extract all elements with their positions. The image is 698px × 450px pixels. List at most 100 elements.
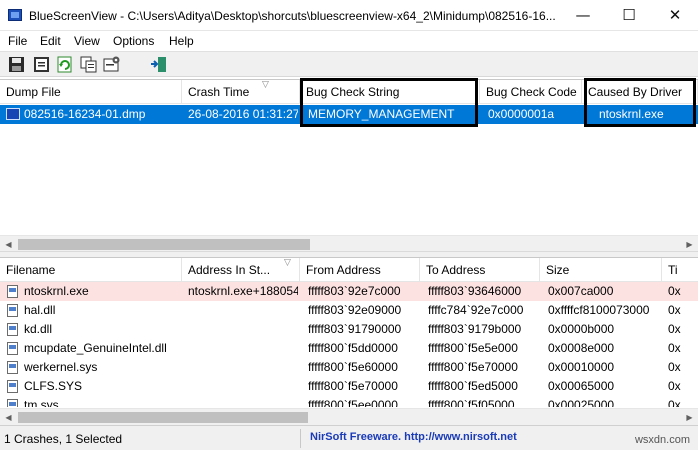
driver-file-icon — [7, 342, 18, 355]
crash-list-hscrollbar[interactable]: ◀ ▶ — [0, 235, 698, 252]
status-summary: 1 Crashes, 1 Selected — [4, 432, 123, 446]
title-bar: BlueScreenView - C:\Users\Aditya\Desktop… — [0, 0, 698, 31]
cell-filename: ntoskrnl.exe — [24, 284, 89, 298]
column-filename[interactable]: Filename — [0, 258, 182, 282]
cell-size: 0x0008e000 — [548, 341, 615, 355]
cell-time-date-stamp: 0x — [668, 398, 681, 407]
cell-address-in-stack — [188, 339, 298, 358]
column-from-address[interactable]: From Address — [300, 258, 420, 282]
cell-size: 0x00025000 — [548, 398, 615, 407]
cell-from-address: fffff800`f5dd0000 — [308, 341, 398, 355]
cell-time-date-stamp: 0x — [668, 341, 681, 355]
driver-list-hscrollbar[interactable]: ◀ ▶ — [0, 408, 698, 425]
driver-list: Filename Address In St... ▽ From Address… — [0, 257, 698, 425]
column-time-date-stamp[interactable]: Ti — [662, 258, 698, 282]
exit-icon[interactable] — [150, 56, 168, 73]
cell-to-address: fffff800`f5ed5000 — [428, 379, 518, 393]
cell-address-in-stack — [188, 377, 298, 396]
driver-row[interactable]: ntoskrnl.exe ntoskrnl.exe+188054 fffff80… — [0, 282, 698, 301]
column-crash-time[interactable]: Crash Time — [182, 80, 300, 104]
cell-address-in-stack — [188, 301, 298, 320]
menu-bar: File Edit View Options Help — [0, 31, 698, 51]
cell-from-address: fffff800`f5e70000 — [308, 379, 398, 393]
driver-list-header: Filename Address In St... ▽ From Address… — [0, 258, 698, 282]
cell-from-address: fffff803`91790000 — [308, 322, 402, 336]
save-icon[interactable] — [8, 56, 26, 73]
nirsoft-link[interactable]: NirSoft Freeware. http://www.nirsoft.net — [310, 431, 517, 443]
scroll-left-icon[interactable]: ◀ — [0, 409, 17, 426]
menu-options[interactable]: Options — [113, 34, 154, 48]
cell-address-in-stack — [188, 396, 298, 407]
driver-file-icon — [7, 380, 18, 393]
cell-filename: kd.dll — [24, 322, 53, 336]
highlight-box-caused-by-driver — [584, 78, 696, 127]
menu-help[interactable]: Help — [169, 34, 194, 48]
dump-file-icon — [6, 108, 20, 120]
cell-from-address: fffff800`f5ee0000 — [308, 398, 398, 407]
cell-to-address: fffff803`9179b000 — [428, 322, 522, 336]
column-bug-check-code[interactable]: Bug Check Code — [480, 80, 582, 104]
refresh-icon[interactable] — [56, 56, 74, 73]
cell-from-address: fffff803`92e09000 — [308, 303, 402, 317]
watermark: wsxdn.com — [634, 434, 690, 446]
status-bar: 1 Crashes, 1 Selected NirSoft Freeware. … — [0, 425, 698, 450]
scroll-thumb[interactable] — [18, 412, 308, 423]
cell-crash-time: 26-08-2016 01:31:27 — [188, 107, 298, 121]
copy-icon[interactable] — [80, 56, 98, 73]
cell-address-in-stack: ntoskrnl.exe+188054 — [188, 284, 298, 298]
advanced-options-icon[interactable] — [103, 56, 121, 73]
driver-file-icon — [7, 285, 18, 298]
cell-to-address: fffff800`f5e5e000 — [428, 341, 518, 355]
properties-icon[interactable] — [33, 56, 51, 73]
driver-row[interactable]: hal.dll fffff803`92e09000 ffffc784`92e7c… — [0, 301, 698, 320]
window-title: BlueScreenView - C:\Users\Aditya\Desktop… — [29, 9, 556, 23]
column-dump-file[interactable]: Dump File — [0, 80, 182, 104]
cell-size: 0x00010000 — [548, 360, 615, 374]
cell-bug-check-code: 0x0000001a — [488, 107, 555, 121]
cell-to-address: fffff800`f5e70000 — [428, 360, 518, 374]
column-size[interactable]: Size — [540, 258, 662, 282]
menu-edit[interactable]: Edit — [40, 34, 61, 48]
crash-list: Dump File Crash Time ▽ Bug Check String … — [0, 78, 698, 252]
minimize-button[interactable]: — — [560, 0, 606, 31]
highlight-box-bug-check-string — [300, 78, 478, 127]
cell-filename: CLFS.SYS — [24, 379, 83, 393]
driver-file-icon — [7, 323, 18, 336]
cell-address-in-stack — [188, 358, 298, 377]
cell-to-address: fffff803`93646000 — [428, 284, 522, 298]
cell-address-in-stack — [188, 320, 298, 339]
cell-size: 0x0000b000 — [548, 322, 615, 336]
driver-row[interactable]: kd.dll fffff803`91790000 fffff803`9179b0… — [0, 320, 698, 339]
sort-indicator-icon: ▽ — [284, 258, 291, 268]
driver-file-icon — [7, 361, 18, 374]
cell-to-address: fffff800`f5f05000 — [428, 398, 515, 407]
cell-filename: tm.sys — [24, 398, 59, 407]
status-divider — [300, 429, 301, 448]
cell-from-address: fffff800`f5e60000 — [308, 360, 398, 374]
scroll-right-icon[interactable]: ▶ — [681, 409, 698, 426]
scroll-thumb[interactable] — [18, 239, 310, 250]
cell-size: 0x00065000 — [548, 379, 615, 393]
driver-row[interactable]: mcupdate_GenuineIntel.dll fffff800`f5dd0… — [0, 339, 698, 358]
close-button[interactable]: ✕ — [652, 0, 698, 31]
cell-from-address: fffff803`92e7c000 — [308, 284, 401, 298]
cell-time-date-stamp: 0x — [668, 303, 681, 317]
column-address-in-stack[interactable]: Address In St... — [182, 258, 300, 282]
cell-filename: werkernel.sys — [24, 360, 98, 374]
cell-dump-file: 082516-16234-01.dmp — [24, 107, 146, 121]
menu-view[interactable]: View — [74, 34, 100, 48]
driver-row[interactable]: tm.sys fffff800`f5ee0000 fffff800`f5f050… — [0, 396, 698, 407]
driver-row[interactable]: CLFS.SYS fffff800`f5e70000 fffff800`f5ed… — [0, 377, 698, 396]
driver-row[interactable]: werkernel.sys fffff800`f5e60000 fffff800… — [0, 358, 698, 377]
column-to-address[interactable]: To Address — [420, 258, 540, 282]
cell-filename: hal.dll — [24, 303, 56, 317]
toolbar — [0, 51, 698, 77]
cell-time-date-stamp: 0x — [668, 379, 681, 393]
menu-file[interactable]: File — [8, 34, 27, 48]
cell-size: 0x007ca000 — [548, 284, 614, 298]
app-icon — [8, 9, 22, 21]
sort-indicator-icon: ▽ — [262, 80, 269, 90]
maximize-button[interactable]: ☐ — [606, 0, 652, 31]
cell-to-address: ffffc784`92e7c000 — [428, 303, 524, 317]
cell-filename: mcupdate_GenuineIntel.dll — [24, 341, 167, 355]
